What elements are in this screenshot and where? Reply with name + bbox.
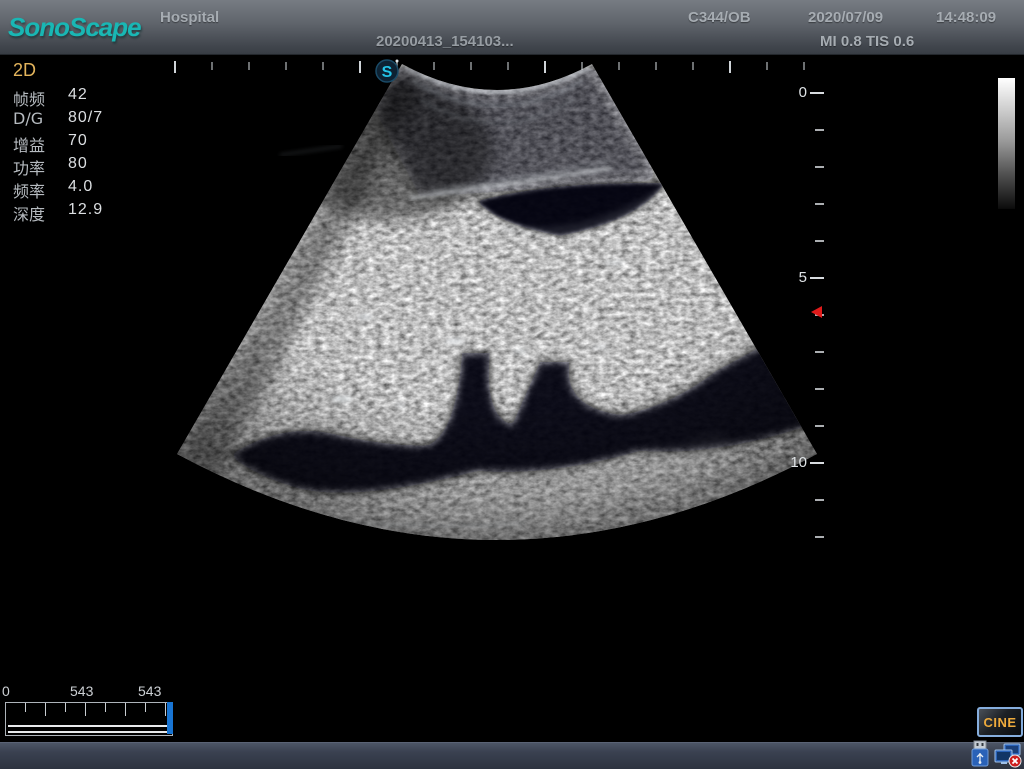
status-bar [0,742,1024,769]
param-label: D/G [13,109,43,128]
hospital-name: Hospital [160,9,219,26]
focus-marker-icon[interactable] [811,306,822,318]
study-id: 20200413_154103... [376,33,514,50]
depth-tick [815,388,824,390]
param-row: 频率 4.0 [13,178,153,201]
depth-tick [810,277,824,279]
param-row: 深度 12.9 [13,201,153,224]
cine-position-marker[interactable] [167,702,173,734]
param-value: 80 [68,155,88,173]
top-ruler [174,61,805,73]
param-value: 70 [68,132,88,150]
param-label: 增益 [13,132,45,156]
param-label: 功率 [13,155,45,179]
orientation-marker: S [376,60,399,83]
depth-tick [815,240,824,242]
grayscale-bar [998,78,1015,209]
depth-tick [815,536,824,538]
depth-tick [815,351,824,353]
param-row: 帧频 42 [13,86,153,109]
depth-tick [810,462,824,464]
mode-label: 2D [13,60,36,81]
cine-start-label: 0 [2,683,10,699]
param-value: 80/7 [68,109,103,127]
sector-image [160,55,820,555]
depth-tick [815,129,824,131]
cine-button[interactable]: CINE [977,707,1023,737]
cine-progress-track [8,725,167,733]
param-value: 12.9 [68,201,103,219]
usb-icon [971,740,989,768]
ultrasound-image: S [160,55,820,555]
cine-tick [25,703,26,712]
cine-current-label: 543 [70,683,93,699]
param-row: 增益 70 [13,132,153,155]
depth-tick [815,166,824,168]
brand-logo: SonoScape [8,12,141,43]
param-row: 功率 80 [13,155,153,178]
cine-total-label: 543 [138,683,161,699]
system-time: 14:48:09 [936,9,996,26]
param-value: 42 [68,86,88,104]
cine-button-label: CINE [983,715,1016,730]
cine-tick [145,703,146,712]
cine-tick [65,703,66,712]
param-label: 频率 [13,178,45,202]
param-row: D/G 80/7 [13,109,153,132]
cine-tick [165,703,166,716]
depth-label: 5 [799,269,807,286]
depth-ruler: 0 5 10 [788,0,825,560]
param-value: 4.0 [68,178,93,196]
cine-tick [125,703,126,716]
depth-tick [815,425,824,427]
cine-tick [45,703,46,716]
depth-tick [815,499,824,501]
depth-label: 10 [790,454,807,471]
cine-tick [105,703,106,712]
depth-tick [815,203,824,205]
depth-label: 0 [799,84,807,101]
mi-tis-readout: MI 0.8 TIS 0.6 [820,33,914,50]
param-label: 深度 [13,201,45,225]
orientation-letter: S [382,64,393,81]
cine-tick [85,703,86,716]
param-label: 帧频 [13,86,45,110]
cine-scrollbar[interactable] [5,702,173,736]
network-error-icon [994,743,1022,768]
depth-tick [810,92,824,94]
probe-preset: C344/OB [688,9,751,26]
